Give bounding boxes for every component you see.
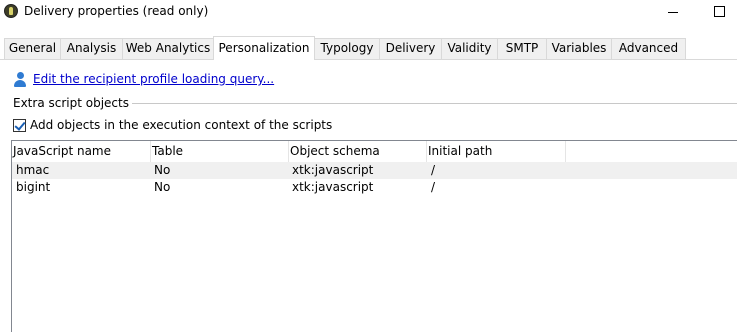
cell-javascript-name: hmac (16, 163, 50, 177)
cell-initial-path: / (431, 163, 436, 177)
tab-divider (0, 59, 737, 60)
cell-table: No (154, 163, 171, 177)
minimize-button[interactable] (650, 0, 696, 26)
add-objects-checkbox[interactable] (13, 119, 26, 132)
cell-initial-path: / (431, 180, 436, 194)
column-header-initial-path[interactable]: Initial path (427, 141, 566, 162)
maximize-button[interactable] (697, 0, 737, 26)
tab-delivery[interactable]: Delivery (379, 38, 442, 59)
edit-profile-query-link[interactable]: Edit the recipient profile loading query… (33, 72, 274, 86)
script-objects-list[interactable]: JavaScript name Table Object schema Init… (11, 140, 737, 332)
tab-variables[interactable]: Variables (546, 38, 612, 59)
tab-advanced[interactable]: Advanced (611, 38, 686, 59)
app-icon (4, 4, 18, 18)
person-icon (14, 72, 26, 88)
add-objects-label: Add objects in the execution context of … (30, 118, 333, 132)
window-title: Delivery properties (read only) (24, 4, 209, 18)
table-row[interactable]: bigint No xtk:javascript / (12, 179, 737, 196)
list-header: JavaScript name Table Object schema Init… (12, 141, 737, 162)
cell-table: No (154, 180, 171, 194)
tab-smtp[interactable]: SMTP (497, 38, 547, 59)
column-header-table[interactable]: Table (151, 141, 289, 162)
extra-script-objects-label: Extra script objects (13, 96, 132, 110)
cell-object-schema: xtk:javascript (292, 163, 374, 177)
cell-object-schema: xtk:javascript (292, 180, 374, 194)
tab-personalization[interactable]: Personalization (213, 36, 315, 60)
cell-javascript-name: bigint (16, 180, 51, 194)
tab-general[interactable]: General (4, 38, 61, 59)
title-bar: Delivery properties (read only) (0, 0, 737, 26)
column-header-javascript-name[interactable]: JavaScript name (12, 141, 151, 162)
tab-validity[interactable]: Validity (441, 38, 498, 59)
table-row[interactable]: hmac No xtk:javascript / (12, 162, 737, 179)
tab-typology[interactable]: Typology (314, 38, 380, 59)
tab-analysis[interactable]: Analysis (60, 38, 123, 59)
tab-web-analytics[interactable]: Web Analytics (122, 38, 214, 59)
column-header-object-schema[interactable]: Object schema (289, 141, 427, 162)
